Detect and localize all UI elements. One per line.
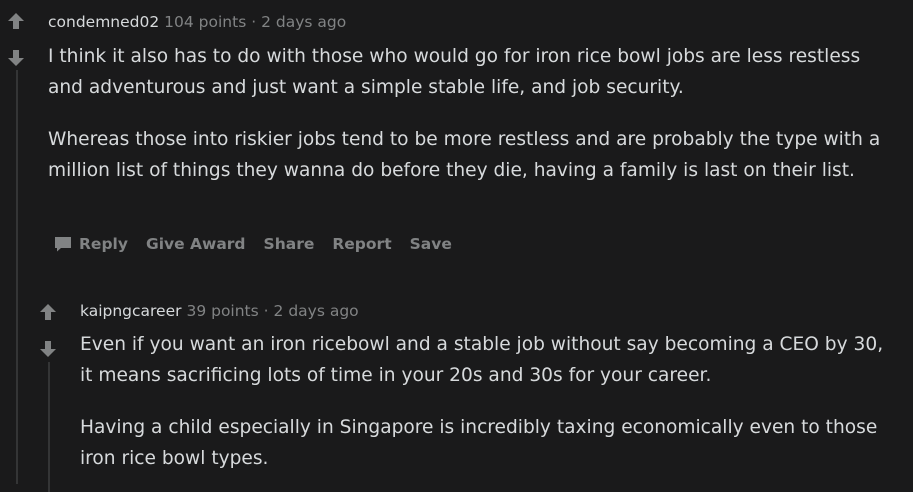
comment-author[interactable]: condemned02 — [48, 13, 159, 31]
save-button[interactable]: Save — [410, 235, 452, 253]
downvote-arrow-icon[interactable] — [37, 338, 59, 360]
meta-separator: · — [263, 302, 269, 320]
comment-actions: Reply Give Award Share Report Save — [54, 235, 470, 253]
thread-line[interactable] — [16, 70, 18, 484]
meta-separator: · — [251, 13, 257, 31]
share-button[interactable]: Share — [264, 235, 315, 253]
comment-paragraph: Even if you want an iron ricebowl and a … — [80, 334, 884, 386]
upvote-arrow-icon[interactable] — [37, 301, 59, 323]
comment-author[interactable]: kaipngcareer — [80, 302, 182, 320]
save-label: Save — [409, 235, 452, 253]
downvote-arrow-icon[interactable] — [5, 47, 27, 69]
comment-paragraph: Whereas those into riskier jobs tend to … — [48, 129, 881, 181]
comment-time[interactable]: 2 days ago — [261, 13, 346, 31]
reply-label: Reply — [79, 235, 128, 253]
comment-points: 104 points — [164, 13, 247, 31]
comment-time[interactable]: 2 days ago — [274, 302, 359, 320]
report-label: Report — [332, 235, 392, 253]
comment-meta: kaipngcareer 39 points · 2 days ago — [80, 302, 359, 320]
reply-button[interactable]: Reply — [54, 235, 128, 253]
report-button[interactable]: Report — [332, 235, 391, 253]
comment-paragraph: I think it also has to do with those who… — [48, 46, 861, 98]
comment-body: Even if you want an iron ricebowl and a … — [80, 329, 900, 474]
upvote-arrow-icon[interactable] — [5, 10, 27, 32]
thread-line[interactable] — [48, 362, 50, 492]
comment-body: I think it also has to do with those who… — [48, 41, 898, 186]
comment-points: 39 points — [186, 302, 259, 320]
comment-paragraph: Having a child especially in Singapore i… — [80, 417, 878, 469]
speech-bubble-icon — [55, 237, 71, 252]
share-label: Share — [263, 235, 315, 253]
comment-meta: condemned02 104 points · 2 days ago — [48, 13, 346, 31]
give-award-button[interactable]: Give Award — [146, 235, 246, 253]
give-award-label: Give Award — [145, 235, 246, 253]
